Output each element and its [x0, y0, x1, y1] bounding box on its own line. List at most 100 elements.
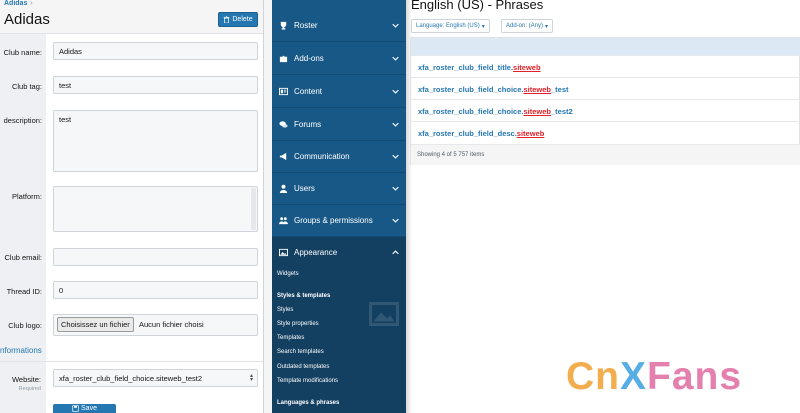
table-row[interactable]: xfa_roster_club_field_desc.siteweb: [411, 121, 800, 142]
table-footer: Showing 4 of 5 757 items: [411, 144, 800, 165]
nav-item-users[interactable]: Users: [272, 173, 406, 205]
nav-item-add-ons[interactable]: Add-ons: [272, 43, 406, 75]
submenu-item-widgets[interactable]: Widgets: [277, 271, 299, 277]
nav-label: Appearance: [294, 248, 338, 257]
nav-label: Communication: [294, 152, 350, 161]
textarea-scrollbar[interactable]: [251, 188, 256, 230]
watermark-part: Cn: [566, 355, 620, 398]
club-email-label: Club email:: [4, 253, 42, 262]
addon-filter-button[interactable]: Add-on: (Any) ▾: [501, 19, 554, 33]
phrase-prefix: xfa_roster_club_field_choice.: [418, 85, 524, 94]
thread-id-label: Thread ID:: [6, 287, 42, 296]
chevron-down-icon: [392, 218, 399, 223]
megaphone-icon: [279, 152, 287, 161]
breadcrumb-link[interactable]: Adidas: [4, 0, 27, 7]
club-tag-input[interactable]: test: [53, 76, 258, 94]
club-logo-label: Club logo:: [8, 321, 42, 330]
breadcrumb[interactable]: Adidas ›: [4, 0, 33, 7]
website-select[interactable]: xfa_roster_club_field_choice.siteweb_tes…: [53, 369, 258, 387]
forums-icon: [279, 121, 288, 128]
submenu-item-style-properties[interactable]: Style properties: [277, 321, 319, 327]
filter-label: Add-on: (Any): [506, 23, 544, 29]
language-filter-button[interactable]: Language: English (US) ▾: [411, 19, 490, 33]
table-row[interactable]: xfa_roster_club_field_choice.siteweb_tes…: [411, 77, 800, 98]
nav-label: Forums: [294, 120, 322, 129]
submenu-heading-styles-templates[interactable]: Styles & templates: [277, 293, 330, 299]
page-title: Adidas: [4, 11, 50, 28]
platform-textarea[interactable]: [53, 186, 258, 232]
nav-label: Roster: [294, 21, 318, 30]
pane-gap: [264, 0, 272, 413]
file-status: Aucun fichier choisi: [139, 320, 204, 329]
watermark-part: Fans: [647, 355, 743, 398]
table-row[interactable]: xfa_roster_club_field_choice.siteweb_tes…: [411, 99, 800, 120]
club-form: Club name: Adidas Club tag: test descrip…: [0, 33, 263, 413]
nav-label: Add-ons: [294, 54, 324, 63]
description-label: description:: [3, 116, 42, 125]
chevron-up-icon: [392, 250, 399, 255]
save-label: Save: [81, 405, 97, 412]
platform-label: Platform:: [11, 192, 42, 201]
nav-item-communication[interactable]: Communication: [272, 141, 406, 173]
submenu-item-search-templates[interactable]: Search templates: [277, 349, 324, 355]
puzzle-icon: [279, 55, 288, 63]
chevron-down-icon: [392, 56, 399, 61]
content-icon: [279, 87, 288, 96]
nav-item-content[interactable]: Content: [272, 76, 406, 108]
chevron-down-icon: [392, 122, 399, 127]
filter-label: Language: English (US): [416, 23, 480, 29]
club-tag-label: Club tag:: [11, 82, 42, 91]
club-name-input[interactable]: Adidas: [53, 42, 258, 60]
image-icon: [369, 302, 399, 326]
chevron-down-icon: [392, 186, 399, 191]
chevron-down-icon: [392, 89, 399, 94]
submenu-item-templates[interactable]: Templates: [277, 335, 304, 341]
delete-button[interactable]: Delete: [218, 12, 258, 27]
nav-item-groups-permissions[interactable]: Groups & permissions: [272, 205, 406, 237]
user-icon: [279, 184, 288, 193]
phrase-prefix: xfa_roster_club_field_choice.: [418, 107, 524, 116]
submenu-heading-languages-phrases[interactable]: Languages & phrases: [277, 400, 339, 406]
phrases-table: xfa_roster_club_field_title.siteweb xfa_…: [410, 37, 800, 165]
select-arrows-icon: ▴ ▾: [249, 373, 253, 383]
delete-label: Delete: [232, 16, 253, 23]
choose-file-button[interactable]: Choisissez un fichier: [57, 317, 134, 332]
phrase-highlight: siteweb: [523, 107, 551, 116]
club-name-label: Club name:: [3, 48, 42, 57]
club-email-input[interactable]: [53, 248, 258, 266]
image-icon: [279, 248, 288, 257]
nav-label: Groups & permissions: [294, 216, 373, 225]
submenu-item-styles[interactable]: Styles: [277, 307, 293, 313]
phrase-highlight: siteweb: [523, 85, 551, 94]
watermark-part: X: [620, 355, 648, 398]
chevron-down-icon: [392, 23, 399, 28]
trash-icon: [224, 16, 230, 23]
submenu-item-outdated-templates[interactable]: Outdated templates: [277, 364, 329, 370]
thread-id-input[interactable]: 0: [53, 281, 258, 299]
appearance-submenu: Widgets Styles & templates Styles Style …: [272, 261, 406, 413]
phrase-highlight: siteweb: [513, 63, 541, 72]
save-icon: [72, 405, 79, 412]
edit-club-pane: Adidas › Adidas Delete Club name: Adidas …: [0, 0, 264, 413]
nav-item-forums[interactable]: Forums: [272, 109, 406, 141]
phrases-pane: English (US) - Phrases Language: English…: [406, 0, 800, 413]
chevron-down-icon: [392, 154, 399, 159]
website-selected-value: xfa_roster_club_field_choice.siteweb_tes…: [59, 374, 203, 383]
watermark-logo: CnXFans: [566, 355, 742, 399]
caret-down-icon: ▾: [545, 23, 549, 30]
phrase-prefix: xfa_roster_club_field_desc.: [418, 129, 517, 138]
nav-label: Content: [294, 87, 323, 96]
phrase-prefix: xfa_roster_club_field_title.: [418, 63, 514, 72]
users-group-icon: [279, 217, 288, 225]
section-heading: nformations: [0, 346, 42, 355]
nav-label: Users: [294, 184, 315, 193]
save-button[interactable]: Save: [53, 404, 116, 413]
required-hint: Required: [18, 386, 41, 392]
caret-down-icon: ▾: [481, 23, 485, 30]
phrase-highlight: siteweb: [516, 129, 545, 138]
table-row[interactable]: xfa_roster_club_field_title.siteweb: [411, 55, 800, 76]
submenu-item-template-modifications[interactable]: Template modifications: [277, 378, 338, 384]
nav-item-roster[interactable]: Roster: [272, 10, 406, 42]
description-textarea[interactable]: test: [53, 110, 258, 172]
table-header: [411, 38, 800, 55]
